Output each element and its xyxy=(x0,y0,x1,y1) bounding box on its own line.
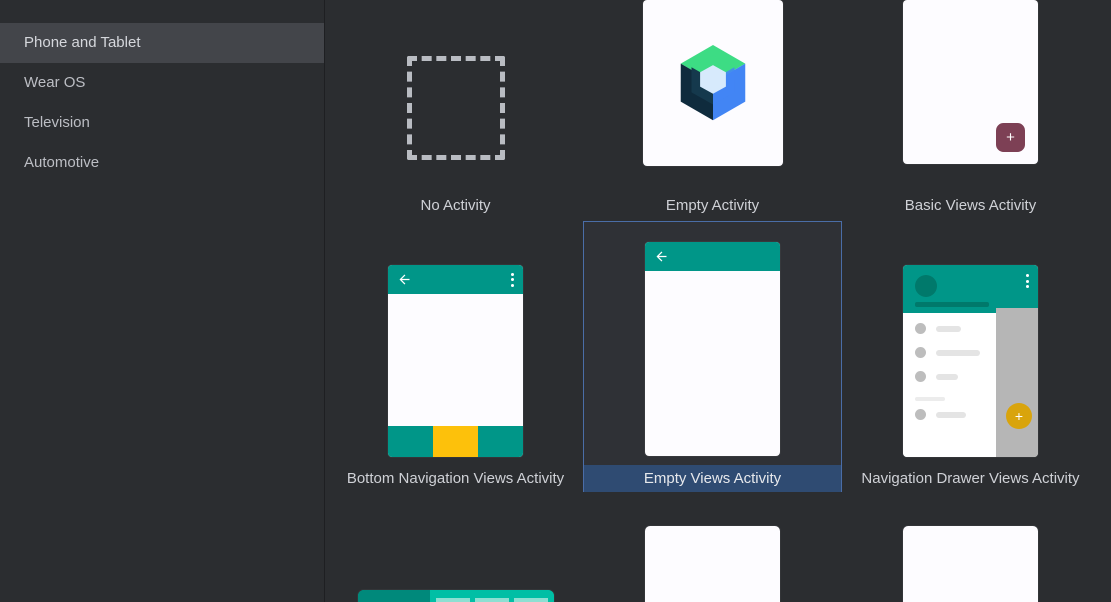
list-item-icon xyxy=(915,371,926,382)
template-thumbnail xyxy=(841,506,1100,602)
bottom-nav-item xyxy=(388,426,433,457)
sidebar-item-label: Phone and Tablet xyxy=(24,34,141,51)
template-thumbnail: + xyxy=(841,243,1100,457)
template-label: Navigation Drawer Views Activity xyxy=(861,470,1080,487)
template-cell-empty-views-activity[interactable]: Empty Views Activity xyxy=(583,221,842,492)
jetpack-compose-logo-icon xyxy=(680,45,745,121)
phone-card xyxy=(642,0,783,166)
phone-card: + xyxy=(903,265,1038,457)
plus-icon: + xyxy=(996,123,1025,152)
drawer-list-item xyxy=(915,323,961,334)
template-cell-basic-views-activity[interactable]: + Basic Views Activity xyxy=(841,0,1100,221)
bottom-nav-item xyxy=(478,426,523,457)
sidebar-item-label: Wear OS xyxy=(24,74,86,91)
template-thumbnail xyxy=(584,242,841,456)
phone-card xyxy=(903,526,1038,602)
app-bar xyxy=(388,265,523,294)
back-arrow-icon xyxy=(656,251,667,262)
drawer-list-item xyxy=(915,371,958,382)
phone-card: + xyxy=(903,0,1038,164)
back-arrow-icon xyxy=(399,274,410,285)
new-project-template-chooser: Phone and Tablet Wear OS Television Auto… xyxy=(0,0,1111,602)
sidebar-item-television[interactable]: Television xyxy=(0,103,324,143)
drawer-item-list xyxy=(903,313,997,457)
sidebar-item-label: Automotive xyxy=(24,154,100,171)
sidebar-item-phone-and-tablet[interactable]: Phone and Tablet xyxy=(0,23,324,63)
dashed-placeholder-icon xyxy=(406,56,505,160)
avatar xyxy=(915,275,937,297)
overflow-menu-icon xyxy=(511,272,514,287)
list-item-icon xyxy=(915,409,926,420)
drawer-header xyxy=(903,265,997,313)
sidebar-item-label: Television xyxy=(24,114,90,131)
list-item-icon xyxy=(915,323,926,334)
sidebar-top-spacer xyxy=(0,0,324,23)
template-cell-native-cpp-activity[interactable] xyxy=(841,496,1100,602)
template-cell-bottom-navigation-views-activity[interactable]: Bottom Navigation Views Activity xyxy=(326,221,585,496)
template-cell-no-activity[interactable]: No Activity xyxy=(326,0,585,221)
template-label: Empty Activity xyxy=(665,197,760,214)
master-pane xyxy=(357,590,431,602)
template-label: No Activity xyxy=(420,197,491,214)
phone-card xyxy=(388,265,523,457)
template-label: Basic Views Activity xyxy=(904,197,1037,214)
template-row-2: Bottom Navigation Views Activity Empty V… xyxy=(326,221,1111,496)
drawer-divider xyxy=(915,397,945,401)
template-row-3 xyxy=(326,496,1111,602)
tablet-card xyxy=(357,590,554,602)
template-thumbnail xyxy=(326,243,585,457)
list-item-icon xyxy=(915,347,926,358)
app-bar xyxy=(645,242,780,271)
template-cell-responsive-views-activity[interactable] xyxy=(326,496,585,602)
list-item-label-placeholder xyxy=(936,411,966,418)
template-cell-game-activity[interactable] xyxy=(583,496,842,602)
template-cell-empty-activity[interactable]: Empty Activity xyxy=(583,0,842,221)
detail-pane xyxy=(430,590,554,602)
template-row-1: No Activity Empty Activity + Basic Views… xyxy=(326,0,1111,221)
bottom-nav-item-selected xyxy=(433,426,478,457)
drawer-appbar-right xyxy=(996,265,1038,308)
template-grid[interactable]: No Activity Empty Activity + Basic Views… xyxy=(326,0,1111,602)
list-item-label-placeholder xyxy=(936,349,980,356)
template-thumbnail xyxy=(583,0,842,166)
template-thumbnail xyxy=(326,0,585,168)
template-cell-navigation-drawer-views-activity[interactable]: + Navigation Drawer Views Activity xyxy=(841,221,1100,496)
template-thumbnail xyxy=(583,506,842,602)
overflow-menu-icon xyxy=(1026,274,1029,288)
list-item-label-placeholder xyxy=(936,325,961,332)
drawer-list-item xyxy=(915,347,980,358)
resize-arrow-icon xyxy=(434,598,552,602)
sidebar-item-wear-os[interactable]: Wear OS xyxy=(0,63,324,103)
sidebar-item-automotive[interactable]: Automotive xyxy=(0,143,324,183)
phone-card xyxy=(645,526,780,602)
drawer-list-item xyxy=(915,409,966,420)
template-thumbnail xyxy=(326,520,585,602)
account-name-placeholder xyxy=(915,302,989,307)
bottom-navigation-bar xyxy=(388,426,523,457)
responsive-layout-preview-icon xyxy=(357,590,554,602)
template-label: Bottom Navigation Views Activity xyxy=(346,470,565,487)
list-item-label-placeholder xyxy=(936,373,958,380)
plus-icon: + xyxy=(1006,403,1032,429)
template-thumbnail: + xyxy=(841,0,1100,164)
form-factor-sidebar: Phone and Tablet Wear OS Television Auto… xyxy=(0,0,325,602)
phone-card xyxy=(645,242,780,456)
template-label: Empty Views Activity xyxy=(584,465,841,492)
